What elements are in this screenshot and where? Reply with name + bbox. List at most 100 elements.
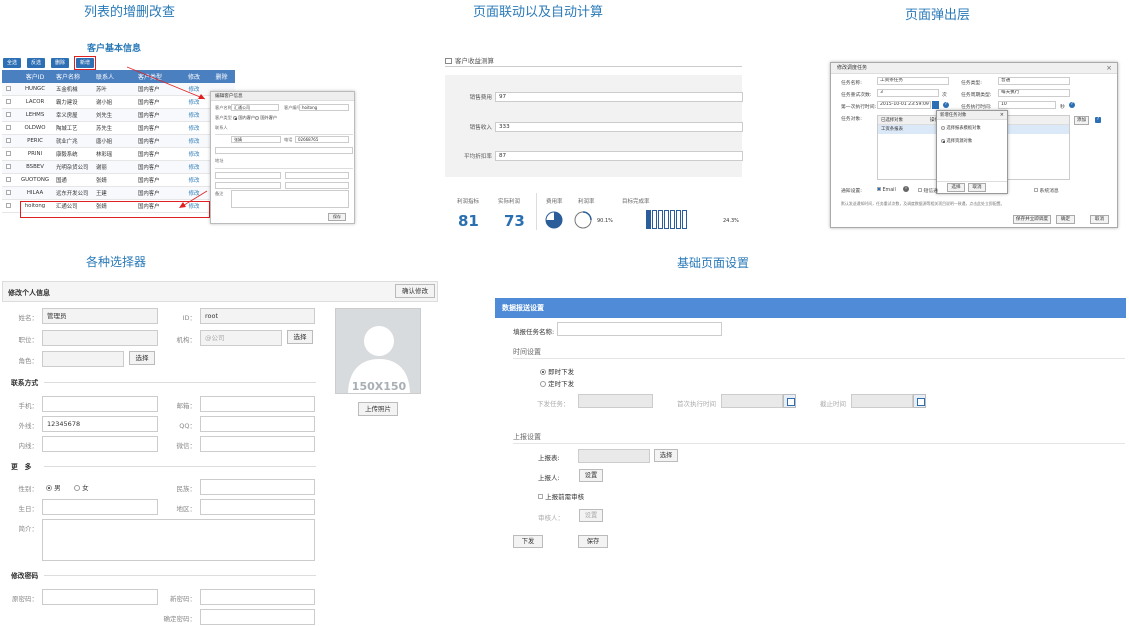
row-checkbox[interactable] xyxy=(2,124,14,132)
field-d[interactable] xyxy=(285,182,349,189)
calc-row-income: 销售收入 333 xyxy=(463,122,743,132)
delete-button[interactable]: 删除 xyxy=(51,58,69,68)
address-field[interactable] xyxy=(215,147,353,154)
birth-input[interactable] xyxy=(42,499,158,515)
id-input[interactable]: root xyxy=(200,308,315,324)
cell-name: 幸义房屋 xyxy=(56,113,78,119)
phone-field[interactable]: 02668765 xyxy=(295,136,349,143)
email-input[interactable] xyxy=(200,396,315,412)
income-input[interactable]: 333 xyxy=(495,122,743,132)
row-checkbox[interactable] xyxy=(2,137,14,145)
task-name-input[interactable] xyxy=(557,322,722,336)
notify-email[interactable]: Email xyxy=(877,187,896,193)
cost-input[interactable]: 97 xyxy=(495,92,743,102)
calendar-icon-2[interactable] xyxy=(913,394,926,408)
add-object-button[interactable]: 添加 xyxy=(1074,116,1089,125)
cycle-select[interactable]: 每天执行 xyxy=(998,89,1070,97)
role-select-button[interactable]: 选择 xyxy=(129,351,155,365)
row-checkbox[interactable] xyxy=(2,189,14,197)
confirm-password-input[interactable] xyxy=(200,609,315,625)
reviewer-set-button[interactable]: 设置 xyxy=(579,509,603,522)
qq-input[interactable] xyxy=(200,416,315,432)
bio-textarea[interactable] xyxy=(42,519,315,561)
code-field[interactable]: hoitong xyxy=(299,104,349,111)
row-checkbox[interactable] xyxy=(2,163,14,171)
contact-field[interactable]: 张婧 xyxy=(231,136,281,143)
calendar-icon[interactable] xyxy=(783,394,796,408)
save-button[interactable]: 保存 xyxy=(578,535,608,548)
upload-photo-button[interactable]: 上传照片 xyxy=(358,402,398,416)
deadline-input[interactable] xyxy=(851,394,913,408)
save-and-run-button[interactable]: 保存并立即调度 xyxy=(1013,215,1051,224)
invert-select-button[interactable]: 反选 xyxy=(27,58,45,68)
mobile-input[interactable] xyxy=(42,396,158,412)
confirm-button[interactable]: 确定 xyxy=(1056,215,1075,224)
cancel-button[interactable]: 取消 xyxy=(1090,215,1109,224)
radio-foreign[interactable]: 国外客户 xyxy=(255,115,277,121)
calendar-icon[interactable] xyxy=(932,101,939,109)
kpi-label-target: 利润指标 xyxy=(457,199,480,205)
inner-cancel-button[interactable]: 取消 xyxy=(968,183,986,192)
inner-option-resource[interactable]: 选择资源对象 xyxy=(941,138,972,144)
completion-bar-segment xyxy=(664,210,669,229)
dropdown-a[interactable] xyxy=(215,172,281,179)
job-input[interactable] xyxy=(42,330,158,346)
region-input[interactable] xyxy=(200,499,315,515)
first-exec-input[interactable] xyxy=(721,394,783,408)
new-password-input[interactable] xyxy=(200,589,315,605)
org-select-button[interactable]: 选择 xyxy=(287,330,313,344)
report-table-input[interactable] xyxy=(578,449,650,463)
popup-save-button[interactable]: 保存 xyxy=(328,213,346,221)
exec-time-input[interactable]: 10 xyxy=(998,101,1056,109)
nation-input[interactable] xyxy=(200,479,315,495)
task-name-input[interactable]: 工资条任务 xyxy=(877,77,949,85)
inner-input[interactable] xyxy=(42,436,158,452)
confirm-edit-button[interactable]: 确认修改 xyxy=(395,284,435,298)
discount-input[interactable]: 87 xyxy=(495,151,743,161)
name-field[interactable]: 汇通公司 xyxy=(231,104,279,111)
notify-sms[interactable]: 短信通 xyxy=(918,187,938,194)
close-icon[interactable]: × xyxy=(1106,64,1112,72)
inner-select-button[interactable]: 选择 xyxy=(947,183,965,192)
row-checkbox[interactable] xyxy=(2,111,14,119)
dispatch-button[interactable]: 下发 xyxy=(513,535,543,548)
gender-female-radio[interactable]: 女 xyxy=(74,482,89,492)
org-input[interactable]: @公司 xyxy=(200,330,282,346)
wechat-input[interactable] xyxy=(200,436,315,452)
select-all-button[interactable]: 全选 xyxy=(3,58,21,68)
radio-domestic[interactable]: 国内客户 xyxy=(233,115,255,121)
dropdown-b[interactable] xyxy=(285,172,349,179)
row-checkbox[interactable] xyxy=(2,150,14,158)
gender-male-radio[interactable]: 男 xyxy=(46,482,61,492)
ext-input[interactable]: 12345678 xyxy=(42,416,158,432)
completion-text: 24.3% xyxy=(723,218,739,224)
review-checkbox[interactable]: 上报前需审核 xyxy=(538,491,584,501)
row-checkbox[interactable] xyxy=(2,98,14,106)
row-checkbox[interactable] xyxy=(2,176,14,184)
retry-input[interactable]: 3 xyxy=(877,89,939,97)
report-table-select-button[interactable]: 选择 xyxy=(654,449,678,462)
dispatch-task-input[interactable] xyxy=(578,394,653,408)
col-id: 客户ID xyxy=(25,74,45,81)
inner-close-icon[interactable]: × xyxy=(1000,112,1004,118)
help-icon[interactable]: ? xyxy=(943,102,949,108)
help-icon-2[interactable]: ? xyxy=(1069,102,1075,108)
notify-system[interactable]: 系统消息 xyxy=(1034,187,1059,194)
help-icon-3[interactable]: ? xyxy=(1095,117,1101,123)
section-more: 更 多 xyxy=(11,463,32,471)
old-password-input[interactable] xyxy=(42,589,158,605)
settings-header: 数据报送设置 xyxy=(495,298,1126,318)
inner-option-template[interactable]: 选择报表模板对象 xyxy=(941,125,981,131)
opt-scheduled[interactable]: 定时下发 xyxy=(540,378,574,388)
task-type-select[interactable]: 普通 xyxy=(998,77,1070,85)
role-input[interactable] xyxy=(42,351,124,367)
dropdown-c[interactable] xyxy=(215,182,281,189)
row-checkbox[interactable] xyxy=(2,85,14,93)
name-input[interactable]: 管理员 xyxy=(42,308,158,324)
first-time-input[interactable]: 2015-10-01 23:59:09 xyxy=(877,101,931,109)
kpi-label-profit-rate: 利润率 xyxy=(578,199,595,205)
remark-field[interactable] xyxy=(231,190,349,208)
row-checkbox[interactable] xyxy=(2,202,14,210)
reporter-set-button[interactable]: 设置 xyxy=(579,469,603,482)
opt-immediate[interactable]: 即时下发 xyxy=(540,366,574,376)
